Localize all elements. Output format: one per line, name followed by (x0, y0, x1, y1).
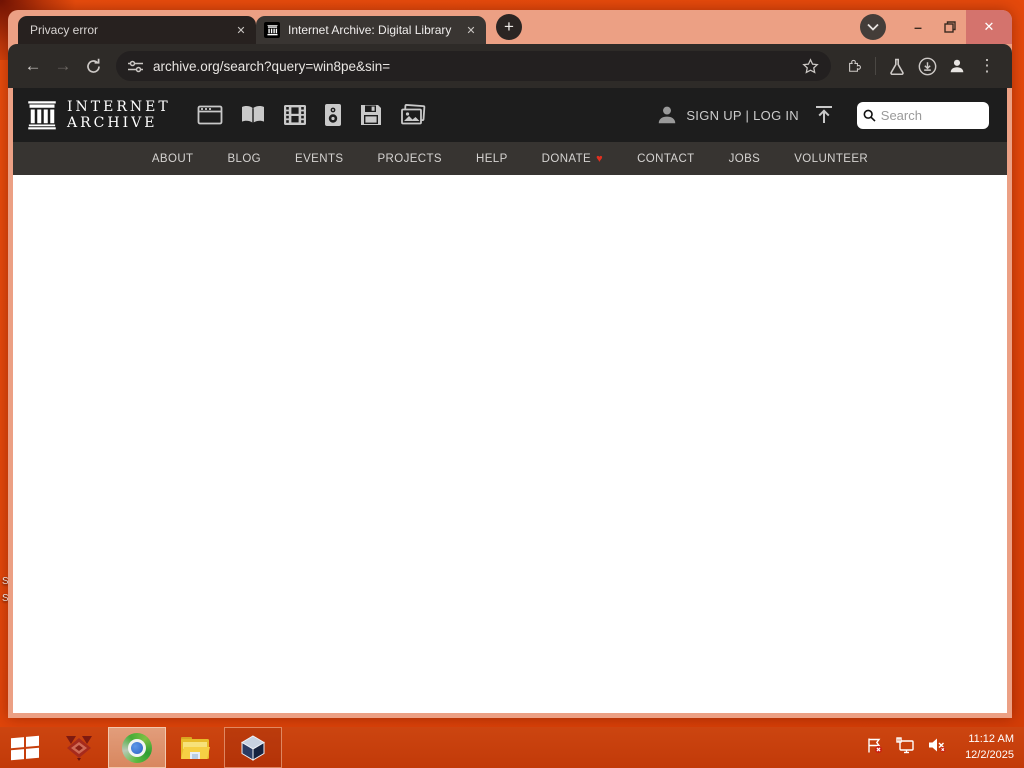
taskbar-chrome-browser[interactable] (108, 727, 166, 768)
close-tab-icon[interactable]: ✕ (232, 21, 250, 39)
upload-icon[interactable] (813, 105, 835, 125)
nav-volunteer[interactable]: VOLUNTEER (794, 153, 868, 165)
profile-icon (950, 59, 964, 73)
taskbar-file-explorer[interactable] (166, 727, 224, 768)
puzzle-icon (848, 59, 861, 72)
tab-title: Internet Archive: Digital Library (288, 23, 452, 37)
nav-blog[interactable]: BLOG (227, 153, 261, 165)
site-settings-icon (128, 60, 143, 72)
chrome-browser-icon (122, 732, 152, 763)
nav-events[interactable]: EVENTS (295, 153, 343, 165)
toolbar-divider (875, 57, 876, 75)
tab-privacy-error[interactable]: Privacy error ✕ (18, 16, 256, 44)
virtualbox-icon (241, 734, 265, 761)
new-tab-button[interactable]: + (496, 14, 522, 40)
texts-icon[interactable] (240, 104, 266, 126)
back-button[interactable]: ← (18, 51, 48, 81)
tab-title: Privacy error (30, 23, 99, 37)
nav-jobs[interactable]: JOBS (729, 153, 761, 165)
reload-button[interactable] (78, 51, 108, 81)
search-input[interactable] (880, 107, 983, 123)
maximize-button[interactable] (934, 12, 966, 42)
browser-toolbar: ← → archive.org/search?query=win8pe&sin= (8, 44, 1012, 88)
extensions-button[interactable] (839, 51, 869, 81)
media-type-icons (197, 103, 426, 127)
action-center-flag-icon[interactable] (866, 737, 883, 759)
windows-logo-icon (11, 735, 39, 760)
address-bar[interactable]: archive.org/search?query=win8pe&sin= (116, 51, 831, 81)
nav-contact[interactable]: CONTACT (637, 153, 695, 165)
browser-window: Privacy error ✕ Internet Archive: Digita… (8, 10, 1012, 718)
header-right: SIGN UP | LOG IN (656, 101, 989, 129)
tab-strip: Privacy error ✕ Internet Archive: Digita… (8, 10, 1012, 44)
nav-about[interactable]: ABOUT (152, 153, 194, 165)
browser-menu-button[interactable]: ⋮ (972, 51, 1002, 81)
experiments-button[interactable] (882, 51, 912, 81)
software-icon[interactable] (359, 103, 383, 127)
video-icon[interactable] (283, 104, 307, 126)
images-icon[interactable] (400, 104, 426, 126)
nav-donate-label: DONATE (541, 152, 592, 165)
search-icon (863, 109, 876, 122)
reload-icon (86, 58, 100, 73)
nav-help[interactable]: HELP (476, 153, 508, 165)
web-icon[interactable] (197, 104, 223, 126)
download-icon (918, 57, 936, 75)
search-results-area (13, 175, 1007, 713)
network-icon[interactable] (896, 736, 915, 759)
taskbar-virtualbox[interactable] (224, 727, 282, 768)
person-icon (659, 106, 676, 124)
downloads-button[interactable] (912, 51, 942, 81)
taskbar: 11:12 AM 12/2/2025 (0, 727, 1024, 768)
taskbar-red-app[interactable] (50, 727, 108, 768)
window-controls: – ✕ (860, 10, 1012, 44)
heart-icon: ♥ (596, 152, 604, 165)
taskbar-clock[interactable]: 11:12 AM 12/2/2025 (965, 732, 1014, 764)
file-explorer-icon (181, 736, 210, 759)
audio-icon[interactable] (324, 103, 342, 127)
tab-internet-archive[interactable]: Internet Archive: Digital Library ✕ (256, 16, 486, 44)
chevron-down-icon (867, 23, 879, 31)
system-tray: 11:12 AM 12/2/2025 (866, 727, 1024, 768)
restore-icon (944, 21, 956, 33)
tab-search-button[interactable] (860, 14, 886, 40)
flask-icon (890, 58, 904, 75)
nav-donate[interactable]: DONATE ♥ (542, 153, 603, 165)
site-search[interactable] (857, 101, 989, 129)
clock-time: 11:12 AM (968, 732, 1014, 745)
nav-projects[interactable]: PROJECTS (377, 153, 442, 165)
minimize-button[interactable]: – (902, 12, 934, 42)
forward-button[interactable]: → (48, 51, 78, 81)
signup-login-link[interactable]: SIGN UP | LOG IN (686, 108, 799, 123)
url-text[interactable]: archive.org/search?query=win8pe&sin= (153, 59, 390, 74)
red-app-icon (66, 735, 92, 761)
archive-header: INTERNET ARCHIVE SIGN UP | LOG IN Search (13, 88, 1007, 142)
start-button[interactable] (0, 727, 50, 768)
archive-temple-icon (28, 101, 56, 130)
close-tab-icon[interactable]: ✕ (462, 21, 480, 39)
volume-muted-icon[interactable] (928, 737, 946, 758)
profile-button[interactable] (942, 51, 972, 81)
archive-nav: ABOUT BLOG EVENTS PROJECTS HELP DONATE ♥… (13, 142, 1007, 175)
web-page: INTERNET ARCHIVE SIGN UP | LOG IN Search… (13, 88, 1007, 713)
internet-archive-logo[interactable]: INTERNET ARCHIVE (27, 99, 171, 131)
close-window-button[interactable]: ✕ (966, 10, 1012, 44)
archive-wordmark: INTERNET ARCHIVE (67, 98, 171, 131)
bookmark-star-icon[interactable] (795, 51, 825, 81)
internet-archive-favicon (264, 22, 280, 38)
clock-date: 12/2/2025 (965, 748, 1014, 761)
